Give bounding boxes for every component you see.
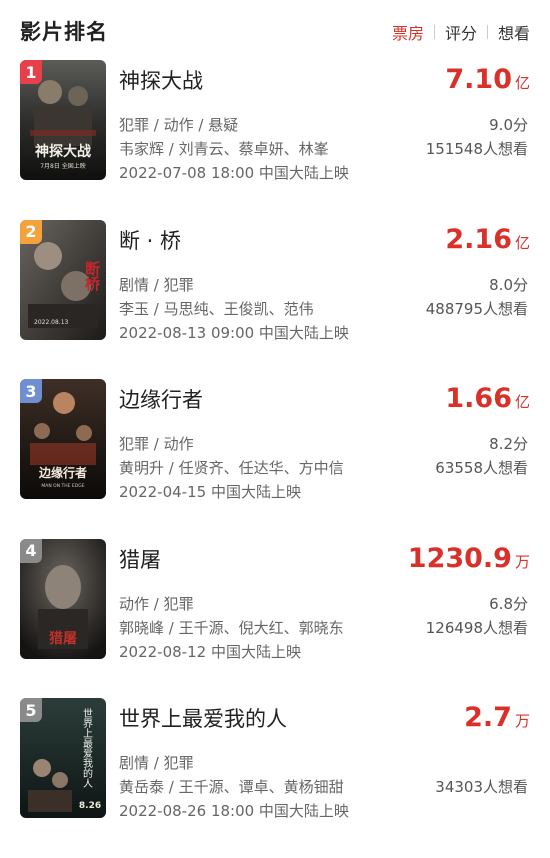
movie-genre: 犯罪 / 动作 bbox=[119, 435, 194, 453]
movie-genre: 犯罪 / 动作 / 悬疑 bbox=[119, 116, 239, 134]
poster-title-text: 断桥 bbox=[83, 260, 101, 292]
box-office-unit: 万 bbox=[514, 712, 530, 730]
release-date: 2022-08-12 中国大陆上映 bbox=[119, 642, 301, 661]
movie-poster[interactable]: 世界上最爱我的人 8.26 5 bbox=[20, 698, 106, 818]
rank-badge: 3 bbox=[20, 379, 42, 403]
movie-name[interactable]: 世界上最爱我的人 bbox=[119, 703, 287, 733]
movie-cast: 郭晓峰 / 王千源、倪大红、郭晓东 bbox=[119, 618, 344, 637]
movie-score: 8.0分 bbox=[489, 275, 528, 294]
release-date: 2022-07-08 18:00 中国大陆上映 bbox=[119, 164, 349, 182]
box-office: 7.10 亿 bbox=[445, 64, 530, 95]
box-office-value: 7.10 bbox=[445, 64, 512, 95]
movie-genre: 剧情 / 犯罪 bbox=[119, 275, 194, 294]
box-office-value: 2.16 bbox=[445, 223, 512, 255]
box-office: 2.16 亿 bbox=[445, 224, 530, 255]
rank-badge: 2 bbox=[20, 219, 42, 244]
sort-tabs: 票房 评分 想看 bbox=[382, 20, 530, 44]
tab-want[interactable]: 想看 bbox=[488, 20, 530, 44]
want-count: 488795人想看 bbox=[425, 299, 528, 318]
movie-cast: 黄岳泰 / 王千源、谭卓、黄杨钿甜 bbox=[119, 778, 344, 796]
movie-name[interactable]: 神探大战 bbox=[119, 65, 203, 95]
movie-cast: 黄明升 / 任贤齐、任达华、方中信 bbox=[119, 459, 344, 477]
poster-subtitle-text: MAN ON THE EDGE bbox=[41, 483, 84, 489]
movie-genre: 剧情 / 犯罪 bbox=[119, 754, 194, 772]
tab-box-office[interactable]: 票房 bbox=[382, 20, 434, 44]
movie-list: 神探大战 7月8日 全国上映 1 神探大战 7.10 亿 犯罪 / 动作 / 悬疑… bbox=[0, 60, 550, 858]
box-office-value: 1.66 bbox=[445, 383, 512, 414]
box-office-unit: 亿 bbox=[514, 74, 530, 92]
box-office-unit: 亿 bbox=[514, 233, 530, 252]
box-office-unit: 万 bbox=[514, 552, 530, 571]
rank-badge: 1 bbox=[20, 60, 42, 84]
rank-badge: 4 bbox=[20, 538, 42, 563]
movie-score: 6.8分 bbox=[489, 594, 528, 613]
poster-title-text: 世界上最爱我的人 bbox=[81, 708, 93, 788]
movie-score: 9.0分 bbox=[489, 116, 528, 134]
box-office-value: 2.7 bbox=[464, 702, 512, 733]
poster-subtitle-text: 7月8日 全国上映 bbox=[40, 162, 86, 170]
release-date: 2022-08-13 09:00 中国大陆上映 bbox=[119, 323, 349, 342]
box-office: 1230.9 万 bbox=[408, 543, 530, 574]
release-date: 2022-04-15 中国大陆上映 bbox=[119, 483, 301, 501]
movie-item[interactable]: 世界上最爱我的人 8.26 5 世界上最爱我的人 2.7 万 剧情 / 犯罪 黄岳… bbox=[0, 698, 550, 858]
movie-poster[interactable]: 神探大战 7月8日 全国上映 1 bbox=[20, 60, 106, 180]
movie-cast: 李玉 / 马思纯、王俊凯、范伟 bbox=[119, 299, 314, 318]
poster-title-text: 神探大战 bbox=[35, 143, 91, 160]
movie-poster[interactable]: 猎屠 4 bbox=[20, 538, 106, 659]
movie-name[interactable]: 边缘行者 bbox=[119, 384, 203, 414]
movie-cast: 韦家辉 / 刘青云、蔡卓妍、林峯 bbox=[119, 140, 329, 158]
box-office-value: 1230.9 bbox=[407, 542, 512, 574]
want-count: 151548人想看 bbox=[425, 140, 528, 158]
poster-title-text: 边缘行者 bbox=[38, 465, 87, 480]
header: 影片排名 票房 评分 想看 bbox=[0, 0, 550, 60]
movie-name[interactable]: 猎屠 bbox=[119, 544, 161, 574]
page-title: 影片排名 bbox=[20, 20, 108, 44]
movie-item[interactable]: 边缘行者 MAN ON THE EDGE 3 边缘行者 1.66 亿 犯罪 / 动… bbox=[0, 379, 550, 539]
tab-score[interactable]: 评分 bbox=[435, 20, 487, 44]
movie-item[interactable]: 猎屠 4 猎屠 1230.9 万 动作 / 犯罪 6.8分 郭晓峰 / 王千源、倪… bbox=[0, 538, 550, 699]
movie-item[interactable]: 断桥 2022.08.13 2 断 · 桥 2.16 亿 剧情 / 犯罪 8.0分… bbox=[0, 219, 550, 380]
movie-poster[interactable]: 边缘行者 MAN ON THE EDGE 3 bbox=[20, 379, 106, 499]
movie-score: 8.2分 bbox=[489, 435, 528, 453]
poster-title-text: 猎屠 bbox=[49, 630, 77, 647]
want-count: 34303人想看 bbox=[435, 778, 528, 796]
want-count: 63558人想看 bbox=[435, 459, 528, 477]
rank-badge: 5 bbox=[20, 698, 42, 722]
movie-name[interactable]: 断 · 桥 bbox=[119, 225, 181, 255]
release-date: 2022-08-26 18:00 中国大陆上映 bbox=[119, 802, 349, 820]
movie-poster[interactable]: 断桥 2022.08.13 2 bbox=[20, 219, 106, 340]
box-office: 1.66 亿 bbox=[445, 383, 530, 414]
movie-genre: 动作 / 犯罪 bbox=[119, 594, 194, 613]
box-office: 2.7 万 bbox=[464, 702, 530, 733]
box-office-unit: 亿 bbox=[514, 393, 530, 411]
movie-item[interactable]: 神探大战 7月8日 全国上映 1 神探大战 7.10 亿 犯罪 / 动作 / 悬疑… bbox=[0, 60, 550, 220]
poster-subtitle-text: 8.26 bbox=[79, 801, 101, 811]
poster-subtitle-text: 2022.08.13 bbox=[34, 319, 69, 326]
want-count: 126498人想看 bbox=[425, 618, 528, 637]
